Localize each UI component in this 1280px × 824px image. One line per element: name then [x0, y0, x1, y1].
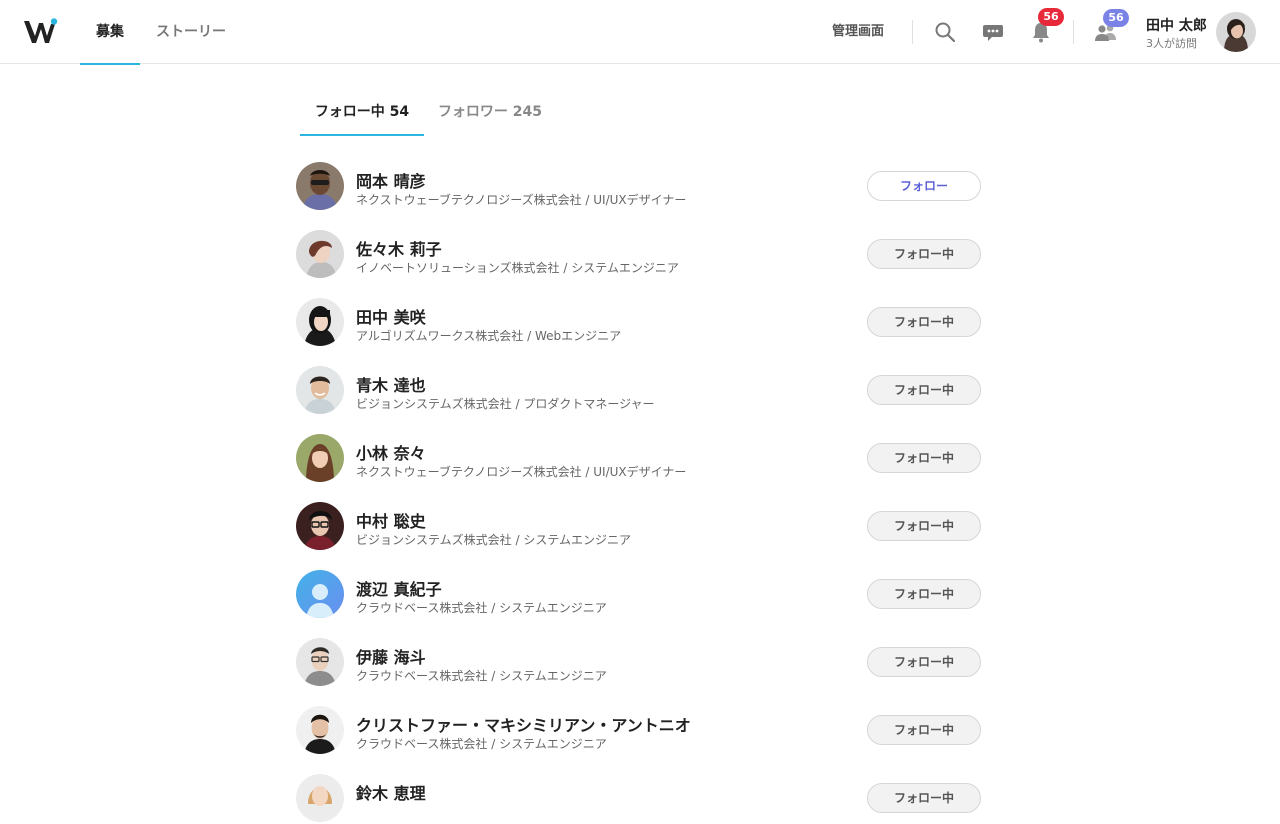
user-name[interactable]: 田中 美咲: [356, 304, 426, 328]
user-company-role: ネクストウェーブテクノロジーズ株式会社 / UI/UXデザイナー: [356, 465, 687, 479]
tab-followers[interactable]: フォロワー 245: [430, 92, 550, 136]
avatar[interactable]: [296, 366, 344, 414]
following-button[interactable]: フォロー中: [867, 715, 981, 745]
avatar[interactable]: [296, 502, 344, 550]
user-name[interactable]: 岡本 晴彦: [356, 168, 426, 192]
user-company-role: アルゴリズムワークス株式会社 / Webエンジニア: [356, 329, 622, 343]
list-item: 伊藤 海斗 クラウドベース株式会社 / システムエンジニア フォロー中: [296, 638, 981, 688]
user-name[interactable]: 佐々木 莉子: [356, 236, 442, 260]
following-button[interactable]: フォロー中: [867, 375, 981, 405]
default-user-icon[interactable]: [296, 570, 344, 618]
user-company-role: クラウドベース株式会社 / システムエンジニア: [356, 601, 607, 615]
tab-following[interactable]: フォロー中 54: [300, 92, 424, 136]
notification-badge: 56: [1038, 8, 1064, 26]
wantedly-logo-icon[interactable]: [22, 18, 60, 46]
divider: [912, 20, 913, 44]
user-name[interactable]: 小林 奈々: [356, 440, 426, 464]
following-button[interactable]: フォロー中: [867, 783, 981, 813]
list-item: 渡辺 真紀子 クラウドベース株式会社 / システムエンジニア フォロー中: [296, 570, 981, 620]
user-name[interactable]: 渡辺 真紀子: [356, 576, 442, 600]
list-item: クリストファー・マキシミリアン・アントニオ クラウドベース株式会社 / システム…: [296, 706, 981, 756]
user-name[interactable]: 中村 聡史: [356, 508, 426, 532]
admin-link[interactable]: 管理画面: [832, 0, 884, 64]
list-item: 佐々木 莉子 イノベートソリューションズ株式会社 / システムエンジニア フォロ…: [296, 230, 981, 280]
nav-tab-recruit[interactable]: 募集: [80, 0, 140, 65]
following-button[interactable]: フォロー中: [867, 307, 981, 337]
user-company-role: ビジョンシステムズ株式会社 / システムエンジニア: [356, 533, 631, 547]
follow-button[interactable]: フォロー: [867, 171, 981, 201]
visitor-badge: 56: [1103, 9, 1129, 27]
following-button[interactable]: フォロー中: [867, 511, 981, 541]
list-item: 鈴木 恵理 フォロー中: [296, 774, 981, 824]
avatar[interactable]: [296, 434, 344, 482]
user-name[interactable]: クリストファー・マキシミリアン・アントニオ: [356, 712, 691, 736]
following-button[interactable]: フォロー中: [867, 443, 981, 473]
user-company-role: クラウドベース株式会社 / システムエンジニア: [356, 669, 607, 683]
user-avatar[interactable]: [1216, 12, 1256, 52]
nav-tab-story[interactable]: ストーリー: [150, 0, 232, 64]
user-name[interactable]: 田中 太郎: [1146, 15, 1207, 35]
list-item: 田中 美咲 アルゴリズムワークス株式会社 / Webエンジニア フォロー中: [296, 298, 981, 348]
avatar[interactable]: [296, 774, 344, 822]
user-company-role: クラウドベース株式会社 / システムエンジニア: [356, 737, 607, 751]
user-company-role: ネクストウェーブテクノロジーズ株式会社 / UI/UXデザイナー: [356, 193, 687, 207]
search-icon[interactable]: [933, 20, 957, 44]
user-name[interactable]: 青木 達也: [356, 372, 426, 396]
avatar[interactable]: [296, 298, 344, 346]
user-company-role: ビジョンシステムズ株式会社 / プロダクトマネージャー: [356, 397, 655, 411]
following-button[interactable]: フォロー中: [867, 239, 981, 269]
user-visit-count: 3人が訪問: [1146, 37, 1197, 50]
avatar[interactable]: [296, 706, 344, 754]
avatar[interactable]: [296, 162, 344, 210]
chat-icon[interactable]: [981, 20, 1005, 44]
user-company-role: イノベートソリューションズ株式会社 / システムエンジニア: [356, 261, 679, 275]
user-name[interactable]: 鈴木 恵理: [356, 780, 426, 804]
user-name[interactable]: 伊藤 海斗: [356, 644, 426, 668]
list-item: 中村 聡史 ビジョンシステムズ株式会社 / システムエンジニア フォロー中: [296, 502, 981, 552]
divider: [1073, 20, 1074, 44]
list-item: 岡本 晴彦 ネクストウェーブテクノロジーズ株式会社 / UI/UXデザイナー フ…: [296, 162, 981, 212]
avatar[interactable]: [296, 638, 344, 686]
top-header: 募集 ストーリー 管理画面 56 56 田中 太郎 3人が訪問: [0, 0, 1280, 65]
avatar[interactable]: [296, 230, 344, 278]
following-button[interactable]: フォロー中: [867, 647, 981, 677]
list-item: 青木 達也 ビジョンシステムズ株式会社 / プロダクトマネージャー フォロー中: [296, 366, 981, 416]
following-button[interactable]: フォロー中: [867, 579, 981, 609]
list-item: 小林 奈々 ネクストウェーブテクノロジーズ株式会社 / UI/UXデザイナー フ…: [296, 434, 981, 484]
